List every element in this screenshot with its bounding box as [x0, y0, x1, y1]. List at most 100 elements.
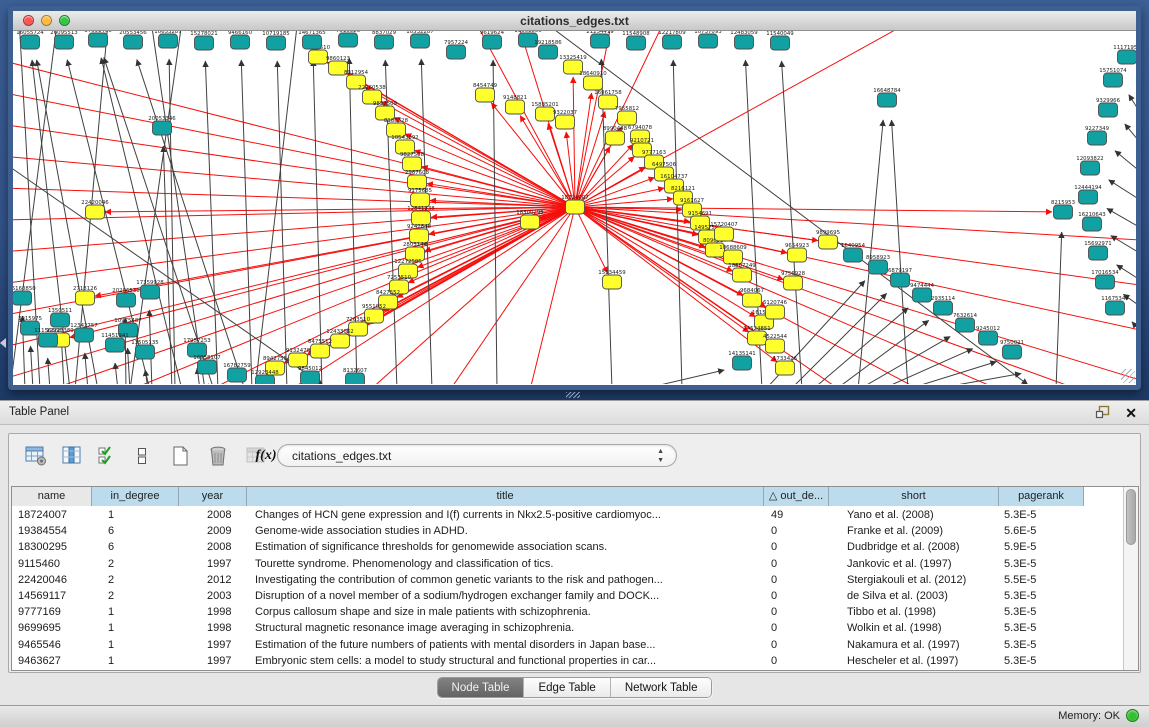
- graph-node[interactable]: 16782759: [223, 363, 251, 382]
- graph-node[interactable]: 9827508: [400, 152, 425, 171]
- graph-node[interactable]: 1640954: [841, 243, 866, 262]
- graph-node[interactable]: 9466160: [228, 31, 253, 49]
- column-header-year[interactable]: year: [179, 487, 247, 506]
- column-header-title[interactable]: title: [247, 487, 764, 506]
- graph-node[interactable]: 14135141: [728, 351, 755, 370]
- graph-node[interactable]: 7957224: [444, 40, 469, 59]
- graph-node[interactable]: 9619624: [480, 31, 505, 49]
- graph-node[interactable]: 20053346: [148, 116, 176, 135]
- graph-node[interactable]: 9322037: [553, 110, 577, 129]
- graph-node[interactable]: 11675344: [1101, 296, 1129, 315]
- hub-node[interactable]: 18724007: [561, 195, 588, 214]
- graph-node[interactable]: 8215953: [1051, 200, 1075, 219]
- graph-node[interactable]: 11171954: [1113, 45, 1136, 64]
- graph-node[interactable]: 9242848: [407, 224, 432, 243]
- table-row[interactable]: 1872400712008Changes of HCN gene express…: [12, 507, 1084, 523]
- graph-node[interactable]: 6879197: [888, 268, 912, 287]
- graph-node[interactable]: 9845012: [298, 366, 322, 384]
- table-row[interactable]: 977716911998Corpus callosum shape and si…: [12, 604, 1084, 620]
- window-resize-grip[interactable]: [1121, 369, 1135, 383]
- close-panel-icon[interactable]: ✕: [1125, 406, 1137, 420]
- graph-node[interactable]: 1350511: [48, 308, 72, 327]
- graph-node[interactable]: 8837029: [372, 31, 397, 49]
- table-settings-icon[interactable]: [23, 442, 49, 470]
- graph-node[interactable]: 7515526: [336, 31, 361, 47]
- table-row[interactable]: 946362711997Embryonic stem cells: a mode…: [12, 653, 1084, 669]
- graph-node[interactable]: 12841238: [407, 206, 435, 225]
- column-header-out_degree[interactable]: △ out_de...: [764, 487, 829, 506]
- graph-node[interactable]: 18300295: [516, 210, 543, 229]
- graph-node[interactable]: 8454749: [473, 83, 498, 102]
- graph-node[interactable]: 10653287: [154, 31, 181, 48]
- tab-edge-table[interactable]: Edge Table: [524, 678, 610, 697]
- delete-table-icon[interactable]: [205, 442, 231, 470]
- tab-network-table[interactable]: Network Table: [611, 678, 712, 697]
- graph-node[interactable]: 9684067: [740, 288, 764, 307]
- graph-node[interactable]: 18807249: [728, 263, 756, 282]
- scrollbar-thumb[interactable]: [1126, 489, 1136, 545]
- graph-node[interactable]: 2967608: [405, 170, 430, 189]
- graph-node[interactable]: 13505135: [131, 340, 158, 359]
- graph-node[interactable]: 10737093: [694, 31, 721, 48]
- graph-node[interactable]: 4522544: [763, 334, 788, 353]
- column-header-pagerank[interactable]: pagerank: [999, 487, 1084, 506]
- table-header-row[interactable]: namein_degreeyeartitle△ out_de...shortpa…: [12, 487, 1084, 506]
- graph-node[interactable]: 8132607: [343, 368, 367, 384]
- graph-node[interactable]: 16648784: [873, 88, 901, 107]
- column-edit-icon[interactable]: [59, 442, 85, 470]
- tab-node-table[interactable]: Node Table: [438, 678, 525, 697]
- graph-node[interactable]: 15751074: [1099, 68, 1127, 87]
- table-row[interactable]: 911546021997Tourette syndrome. Phenomeno…: [12, 556, 1084, 572]
- network-window-titlebar[interactable]: citations_edges.txt: [13, 11, 1136, 31]
- graph-node[interactable]: 15278021: [190, 31, 217, 50]
- graph-node[interactable]: 8990448: [603, 126, 628, 145]
- graph-node[interactable]: 16210643: [1078, 212, 1105, 231]
- table-panel-header[interactable]: Table Panel ✕: [0, 401, 1149, 425]
- graph-node[interactable]: 18640910: [579, 71, 607, 90]
- table-row[interactable]: 2242004622012Investigating the contribut…: [12, 572, 1084, 588]
- graph-node[interactable]: 9227349: [1085, 126, 1110, 145]
- panel-splitter-grip[interactable]: [566, 392, 580, 398]
- graph-node[interactable]: 9245012: [976, 326, 1000, 345]
- column-header-in_degree[interactable]: in_degree: [92, 487, 179, 506]
- graph-node[interactable]: 9148821: [503, 95, 527, 114]
- graph-node[interactable]: 12342757: [70, 323, 97, 342]
- new-table-icon[interactable]: [167, 442, 193, 470]
- graph-node[interactable]: 17359928: [136, 280, 164, 299]
- graph-node[interactable]: 8475512: [308, 339, 332, 358]
- graph-node[interactable]: 12483059: [730, 31, 758, 49]
- graph-node[interactable]: 15692971: [1084, 241, 1111, 260]
- column-header-name[interactable]: name: [12, 487, 92, 506]
- table-row[interactable]: 1456911722003Disruption of a novel membe…: [12, 588, 1084, 604]
- graph-node[interactable]: 21254419: [586, 31, 614, 48]
- graph-node[interactable]: 20553456: [119, 31, 147, 49]
- graph-node[interactable]: 10719185: [262, 31, 289, 50]
- graph-node[interactable]: 9132478: [286, 348, 311, 367]
- table-row[interactable]: 1830029562008Estimation of significance …: [12, 539, 1084, 555]
- graph-node[interactable]: 9756928: [781, 271, 806, 290]
- graph-node[interactable]: 37691406: [84, 31, 112, 47]
- graph-node[interactable]: 19218586: [534, 40, 562, 59]
- graph-node[interactable]: 20206536: [112, 288, 140, 307]
- graph-node[interactable]: 16055724: [16, 31, 44, 49]
- table-row[interactable]: 1938455462009Genome-wide association stu…: [12, 523, 1084, 539]
- graph-node[interactable]: 26095513: [50, 31, 77, 49]
- graph-node[interactable]: 10688609: [719, 245, 747, 264]
- graph-node[interactable]: 7632614: [953, 313, 978, 332]
- network-canvas[interactable]: 7663510986012389129542226053898275098186…: [13, 31, 1136, 384]
- graph-node[interactable]: 1733426: [773, 356, 798, 375]
- citation-nodes[interactable]: 7663510986012389129542226053898275098186…: [13, 31, 1136, 384]
- graph-node[interactable]: 2935114: [931, 296, 956, 315]
- graph-node[interactable]: 10532287: [406, 31, 433, 48]
- graph-node[interactable]: 17016534: [1091, 270, 1119, 289]
- graph-node[interactable]: 9899695: [816, 230, 840, 249]
- graph-node[interactable]: 2718126: [73, 286, 98, 305]
- graph-node[interactable]: 12923448: [251, 370, 279, 384]
- graph-node[interactable]: 12217809: [658, 31, 686, 49]
- network-window[interactable]: citations_edges.txt 76635109860123891295…: [8, 6, 1141, 390]
- graph-node[interactable]: 11540049: [766, 31, 794, 50]
- table-row[interactable]: 969969511998Structural magnetic resonanc…: [12, 620, 1084, 636]
- float-panel-icon[interactable]: [1095, 405, 1111, 420]
- column-header-short[interactable]: short: [829, 487, 999, 506]
- graph-node[interactable]: 15134459: [598, 270, 626, 289]
